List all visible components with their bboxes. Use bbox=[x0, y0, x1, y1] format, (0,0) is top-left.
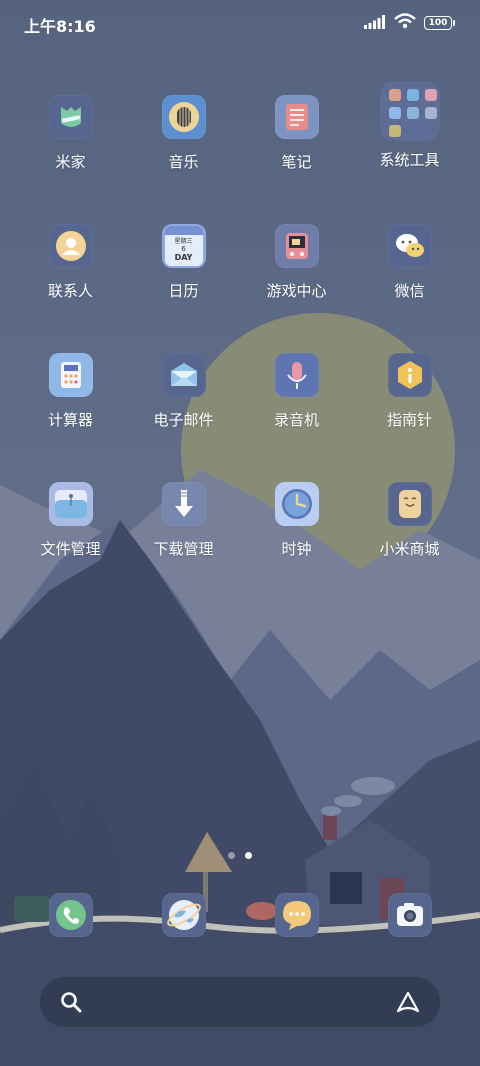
browser-icon bbox=[161, 893, 206, 937]
notes-icon bbox=[274, 95, 319, 139]
folder-mini-icon bbox=[424, 107, 437, 119]
app-calendar[interactable]: 星期三 6 DAY 日历 bbox=[127, 216, 240, 326]
folder-mini-icon bbox=[388, 89, 401, 101]
app-label: 时钟 bbox=[281, 540, 312, 558]
calculator-icon bbox=[48, 353, 93, 397]
folder-mini-icon bbox=[406, 107, 419, 119]
folder-icon bbox=[379, 81, 440, 141]
wifi-icon bbox=[394, 13, 416, 33]
music-icon bbox=[161, 95, 206, 139]
dock-camera[interactable] bbox=[353, 893, 466, 939]
calendar-icon: 星期三 6 DAY bbox=[161, 224, 206, 268]
app-music[interactable]: 音乐 bbox=[127, 87, 240, 197]
dock-browser[interactable] bbox=[127, 893, 240, 939]
app-label: 小米商城 bbox=[379, 540, 440, 558]
file-manager-icon bbox=[48, 482, 93, 526]
battery-indicator: 100 bbox=[424, 16, 455, 30]
mi-store-icon bbox=[387, 482, 432, 526]
clock-icon bbox=[274, 482, 319, 526]
email-icon bbox=[161, 353, 206, 397]
calendar-text: DAY bbox=[174, 253, 193, 262]
folder-system-tools[interactable]: 系统工具 bbox=[353, 81, 466, 191]
page-dot-active[interactable] bbox=[245, 852, 252, 859]
app-email[interactable]: 电子邮件 bbox=[127, 345, 240, 455]
folder-mini-icon bbox=[388, 125, 401, 137]
app-label: 游戏中心 bbox=[266, 282, 327, 300]
app-mi-store[interactable]: 小米商城 bbox=[353, 474, 466, 584]
calendar-weekday: 星期三 bbox=[174, 238, 193, 245]
app-label: 文件管理 bbox=[40, 540, 101, 558]
app-label: 联系人 bbox=[47, 282, 93, 300]
contacts-icon bbox=[48, 224, 93, 268]
app-mijia[interactable]: 米家 bbox=[14, 87, 127, 197]
assistant-icon[interactable] bbox=[395, 990, 421, 1014]
app-label: 笔记 bbox=[281, 153, 312, 171]
game-center-icon bbox=[274, 224, 319, 268]
app-label: 微信 bbox=[394, 282, 425, 300]
app-download-manager[interactable]: 下载管理 bbox=[127, 474, 240, 584]
search-bar[interactable] bbox=[39, 976, 441, 1028]
app-calculator[interactable]: 计算器 bbox=[14, 345, 127, 455]
dock bbox=[0, 893, 480, 939]
app-label: 电子邮件 bbox=[153, 411, 214, 429]
app-game-center[interactable]: 游戏中心 bbox=[240, 216, 353, 326]
status-time: 上午8:16 bbox=[24, 17, 96, 36]
camera-icon bbox=[387, 893, 432, 937]
mijia-icon bbox=[48, 95, 93, 139]
folder-mini-icon bbox=[406, 89, 419, 101]
app-label: 下载管理 bbox=[153, 540, 214, 558]
messages-icon bbox=[274, 893, 319, 937]
folder-mini-icon bbox=[424, 89, 437, 101]
app-label: 音乐 bbox=[168, 153, 199, 171]
phone-icon bbox=[48, 893, 93, 937]
compass-icon bbox=[387, 353, 432, 397]
app-wechat[interactable]: 微信 bbox=[353, 216, 466, 326]
dock-messages[interactable] bbox=[240, 893, 353, 939]
app-notes[interactable]: 笔记 bbox=[240, 87, 353, 197]
recorder-icon bbox=[274, 353, 319, 397]
app-label: 日历 bbox=[168, 282, 199, 300]
wechat-icon bbox=[387, 224, 432, 268]
search-icon[interactable] bbox=[59, 990, 83, 1014]
app-label: 系统工具 bbox=[379, 151, 440, 169]
calendar-day: 6 bbox=[181, 245, 186, 253]
status-bar: 上午8:16 100 bbox=[0, 0, 480, 46]
download-icon bbox=[161, 482, 206, 526]
app-file-manager[interactable]: 文件管理 bbox=[14, 474, 127, 584]
battery-level: 100 bbox=[428, 18, 448, 28]
app-label: 计算器 bbox=[47, 411, 93, 429]
app-label: 米家 bbox=[55, 153, 86, 171]
page-dot[interactable] bbox=[228, 852, 235, 859]
app-recorder[interactable]: 录音机 bbox=[240, 345, 353, 455]
app-label: 指南针 bbox=[386, 411, 432, 429]
folder-mini-icon bbox=[388, 107, 401, 119]
app-contacts[interactable]: 联系人 bbox=[14, 216, 127, 326]
page-indicator bbox=[0, 852, 480, 859]
app-label: 录音机 bbox=[273, 411, 319, 429]
app-compass[interactable]: 指南针 bbox=[353, 345, 466, 455]
signal-icon bbox=[364, 14, 386, 33]
app-clock[interactable]: 时钟 bbox=[240, 474, 353, 584]
dock-phone[interactable] bbox=[14, 893, 127, 939]
